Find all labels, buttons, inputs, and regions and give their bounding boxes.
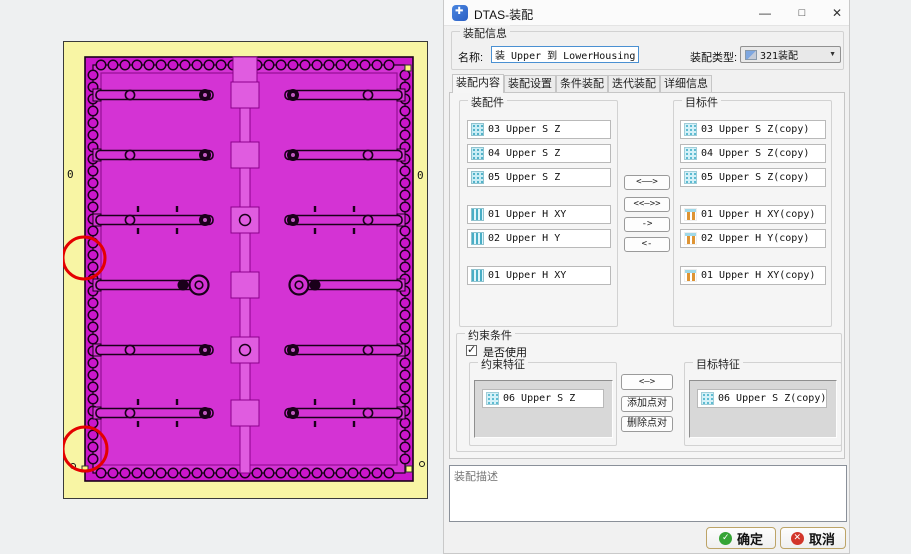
- item-label: 05 Upper S Z(copy): [701, 172, 810, 183]
- hole-feature-icon: [471, 269, 484, 282]
- window-title: DTAS-装配: [474, 8, 534, 22]
- surface-feature-icon: [684, 147, 697, 160]
- constraint-feature-item[interactable]: 06 Upper S Z: [482, 389, 604, 408]
- dtas-assembly-dialog: DTAS-装配 — □ ✕ 装配信息 名称: 装配类型: 321装配 ▼ 装配内…: [443, 0, 850, 554]
- add-point-pair-button[interactable]: 添加点对: [621, 396, 673, 412]
- tab-assembly-settings[interactable]: 装配设置: [504, 75, 556, 92]
- item-label: 01 Upper H XY(copy): [701, 209, 816, 220]
- item-label: 06 Upper S Z(copy): [718, 393, 827, 404]
- item-label: 04 Upper S Z: [488, 148, 561, 159]
- pin-feature-icon: [684, 208, 697, 221]
- hole-feature-icon: [471, 208, 484, 221]
- target-part-item[interactable]: 05 Upper S Z(copy): [680, 168, 826, 187]
- minimize-button[interactable]: —: [750, 0, 780, 26]
- assembly-description-textarea[interactable]: [449, 465, 847, 522]
- pin-feature-icon: [684, 269, 697, 282]
- item-label: 01 Upper H XY: [488, 209, 567, 220]
- assembly-info-group-label: 装配信息: [460, 25, 510, 41]
- ok-button[interactable]: 确定: [706, 527, 776, 549]
- map-constraint-button[interactable]: <—>: [621, 374, 673, 390]
- tab-conditional-assembly[interactable]: 条件装配: [556, 75, 608, 92]
- item-label: 05 Upper S Z: [488, 172, 561, 183]
- item-label: 01 Upper H XY(copy): [701, 270, 816, 281]
- cancel-button[interactable]: 取消: [780, 527, 846, 549]
- maximize-button[interactable]: □: [787, 0, 817, 26]
- target-part-item[interactable]: 03 Upper S Z(copy): [680, 120, 826, 139]
- item-label: 03 Upper S Z(copy): [701, 124, 810, 135]
- target-parts-group-label: 目标件: [682, 94, 721, 110]
- surface-feature-icon: [684, 171, 697, 184]
- surface-feature-icon: [471, 147, 484, 160]
- assembly-part-item[interactable]: 01 Upper H XY: [467, 205, 611, 224]
- surface-feature-icon: [684, 123, 697, 136]
- tab-assembly-content[interactable]: 装配内容: [452, 74, 504, 93]
- assembly-part-item[interactable]: 04 Upper S Z: [467, 144, 611, 163]
- tab-detail-info[interactable]: 详细信息: [660, 75, 712, 92]
- cad-viewport[interactable]: 0 0: [61, 41, 428, 499]
- title-bar[interactable]: DTAS-装配 — □ ✕: [444, 0, 849, 26]
- target-part-item[interactable]: 02 Upper H Y(copy): [680, 229, 826, 248]
- ok-button-label: 确定: [736, 531, 763, 547]
- assembly-part-item[interactable]: 02 Upper H Y: [467, 229, 611, 248]
- left-zero-mark: 0: [67, 168, 74, 181]
- surface-feature-icon: [486, 392, 499, 405]
- tab-iterative-assembly[interactable]: 迭代装配: [608, 75, 660, 92]
- ok-check-icon: [718, 531, 732, 545]
- assembly-type-value: 321装配: [760, 51, 799, 62]
- target-part-item[interactable]: 04 Upper S Z(copy): [680, 144, 826, 163]
- dtas-app-icon: [452, 5, 468, 21]
- name-label: 名称:: [458, 52, 484, 64]
- map-all-button[interactable]: <<—>>: [624, 197, 670, 212]
- surface-feature-icon: [471, 123, 484, 136]
- assembly-parts-group-label: 装配件: [468, 94, 507, 110]
- move-right-button[interactable]: ->: [624, 217, 670, 232]
- assembly-name-input[interactable]: [491, 46, 639, 63]
- item-label: 01 Upper H XY: [488, 270, 567, 281]
- item-label: 02 Upper H Y: [488, 233, 561, 244]
- target-part-item[interactable]: 01 Upper H XY(copy): [680, 266, 826, 285]
- constraint-group-label: 约束条件: [465, 327, 515, 343]
- assembly-type-label: 装配类型:: [690, 52, 738, 64]
- pin-feature-icon: [684, 232, 697, 245]
- cancel-button-label: 取消: [808, 531, 835, 547]
- right-zero-mark: 0: [417, 169, 424, 182]
- use-constraint-checkbox[interactable]: [466, 343, 477, 356]
- chevron-down-icon: ▼: [829, 51, 836, 58]
- delete-point-pair-button[interactable]: 删除点对: [621, 416, 673, 432]
- assembly-part-item[interactable]: 01 Upper H XY: [467, 266, 611, 285]
- item-label: 06 Upper S Z: [503, 393, 576, 404]
- cad-part: [81, 56, 414, 482]
- item-label: 04 Upper S Z(copy): [701, 148, 810, 159]
- close-button[interactable]: ✕: [822, 0, 852, 26]
- assembly-type-dropdown[interactable]: 321装配 ▼: [740, 46, 841, 63]
- hole-feature-icon: [471, 232, 484, 245]
- assembly-part-item[interactable]: 03 Upper S Z: [467, 120, 611, 139]
- assembly-type-icon: [745, 49, 757, 60]
- map-pair-button[interactable]: <——>: [624, 175, 670, 190]
- cancel-x-icon: [790, 531, 804, 545]
- item-label: 02 Upper H Y(copy): [701, 233, 810, 244]
- surface-feature-icon: [471, 171, 484, 184]
- assembly-part-item[interactable]: 05 Upper S Z: [467, 168, 611, 187]
- use-constraint-label: 是否使用: [483, 347, 527, 359]
- move-left-button[interactable]: <-: [624, 237, 670, 252]
- item-label: 03 Upper S Z: [488, 124, 561, 135]
- target-part-item[interactable]: 01 Upper H XY(copy): [680, 205, 826, 224]
- target-feature-group-label: 目标特征: [693, 356, 743, 372]
- surface-feature-icon: [701, 392, 714, 405]
- target-feature-item[interactable]: 06 Upper S Z(copy): [697, 389, 827, 408]
- cad-drawing: 0 0: [61, 41, 428, 499]
